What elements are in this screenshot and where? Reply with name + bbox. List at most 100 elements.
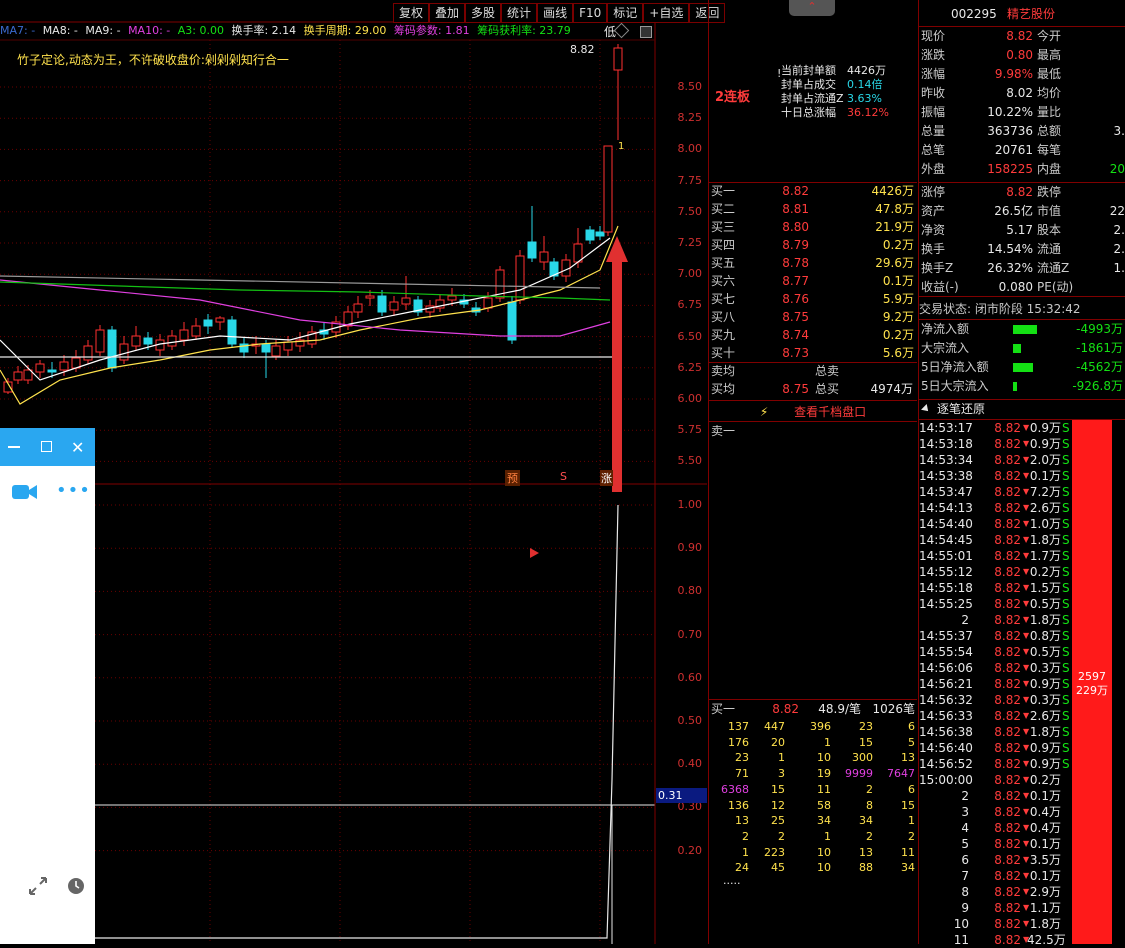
quote-row: 收益(-) 0.080 PE(动) bbox=[921, 280, 1074, 294]
queue-cell: 11 bbox=[901, 845, 915, 859]
chat-popup-window[interactable]: ✕ ••• bbox=[0, 428, 95, 944]
queue-cell: 137 bbox=[728, 720, 749, 733]
tick-row: 14:55:01 8.82 ▼ 1.7万 S bbox=[919, 549, 1070, 563]
close-icon[interactable]: ✕ bbox=[71, 438, 84, 457]
candle-body bbox=[35, 363, 45, 373]
candle-body bbox=[483, 297, 493, 309]
collapse-up-icon[interactable]: ⌃ bbox=[789, 0, 835, 16]
price-tick: 6.00 bbox=[677, 392, 703, 405]
bid-row: 买三 8.80 21.9万 bbox=[711, 220, 914, 234]
toolbar-button-1[interactable]: 叠加 bbox=[429, 3, 466, 23]
flow-bar bbox=[1013, 363, 1033, 372]
depth-link[interactable]: ⚡ 查看千档盘口 bbox=[709, 403, 917, 421]
queue-cell: 2 bbox=[866, 782, 873, 796]
minimize-icon[interactable] bbox=[8, 446, 20, 448]
ma8-label: MA8: - bbox=[42, 24, 78, 37]
toolbar-button-6[interactable]: 标记 bbox=[607, 3, 644, 23]
toolbar-button-7[interactable]: +自选 bbox=[643, 3, 690, 23]
more-icon[interactable]: ••• bbox=[56, 480, 91, 501]
queue-cell: 20 bbox=[771, 735, 785, 749]
flow-row: 5日大宗流入 -926.8万 bbox=[921, 379, 1123, 393]
queue-cell: 23 bbox=[859, 720, 873, 733]
queue-cell: 7647 bbox=[887, 767, 915, 781]
lightning-icon: ⚡ bbox=[759, 405, 769, 419]
price-tick: 5.75 bbox=[677, 423, 703, 437]
queue-cell: 25 bbox=[771, 814, 785, 828]
tick-row: 14:54:13 8.82 ▼ 2.6万 S bbox=[919, 501, 1070, 515]
tick-row: 14:56:33 8.82 ▼ 2.6万 S bbox=[919, 709, 1070, 723]
candle-body bbox=[595, 231, 605, 237]
tick-row: 11 8.82 ▼ 42.5万 bbox=[953, 933, 1066, 947]
toolbar-button-0[interactable]: 复权 bbox=[393, 3, 430, 23]
queue-cell: 447 bbox=[764, 720, 785, 733]
lower-tick: 0.80 bbox=[677, 584, 703, 598]
chip-param-label: 筹码参数: 1.81 bbox=[393, 24, 470, 37]
queue-cell: 34 bbox=[901, 861, 915, 875]
tick-row: 14:56:40 8.82 ▼ 0.9万 S bbox=[919, 741, 1070, 755]
candle-body bbox=[261, 343, 271, 353]
order-book-panel: ⌃ 2连板 当前封单额 4426万 封单占成交 0.14倍 封单占流通Z 3.63% 十日总… bbox=[708, 0, 917, 944]
price-tick: 7.00 bbox=[677, 267, 703, 281]
tag-s: S bbox=[560, 470, 567, 483]
seal-row: 十日总涨幅 36.12% bbox=[781, 106, 889, 119]
queue-cell: 15 bbox=[901, 798, 915, 812]
chart-toolbar: 复权 叠加 多股 统计 画线 F10 标记 +自选 返回 bbox=[393, 3, 726, 23]
queue-cell: 300 bbox=[852, 751, 873, 765]
tag-yu: 预 bbox=[505, 470, 520, 486]
quote-row: 外盘 158225 内盘 20 bbox=[921, 162, 1125, 176]
queue-cell: 19 bbox=[817, 767, 831, 781]
queue-cell: 15 bbox=[859, 735, 873, 749]
price-tick: 7.25 bbox=[677, 236, 703, 249]
clock-icon[interactable] bbox=[66, 876, 86, 896]
bid-row: 买一 8.82 4426万 bbox=[711, 184, 914, 198]
marker-1: 1 bbox=[618, 141, 625, 152]
queue-cell: 1 bbox=[778, 751, 785, 765]
tick-row: 2 8.82 ▼ 1.8万 S bbox=[961, 613, 1070, 627]
quote-row: 资产 26.5亿 市值 22 bbox=[921, 204, 1125, 218]
quote-row: 净资 5.17 股本 2. bbox=[921, 223, 1125, 237]
ma-line-yellow bbox=[0, 225, 619, 405]
candle-body bbox=[401, 297, 411, 305]
queue-cell: 88 bbox=[859, 861, 873, 875]
stock-code: 002295 bbox=[951, 7, 997, 21]
toolbar-button-3[interactable]: 统计 bbox=[501, 3, 538, 23]
chart-slogan: 竹子定论,动态为王，不许破收盘价:剁剁剁知行合一 bbox=[17, 53, 289, 67]
sell-one-row: 卖一 bbox=[711, 424, 736, 438]
flow-bar bbox=[1013, 344, 1021, 353]
toolbar-button-5[interactable]: F10 bbox=[573, 3, 608, 23]
quote-row: 涨幅 9.98% 最低 bbox=[921, 67, 1062, 81]
candle-body bbox=[515, 255, 525, 301]
queue-cell: 2 bbox=[778, 829, 785, 843]
candle-body bbox=[585, 229, 595, 241]
ma7-label: MA7: - bbox=[0, 24, 36, 37]
queue-head: 买一 8.82 48.9/笔 1026笔 bbox=[711, 702, 915, 716]
queue-cell: 2 bbox=[742, 829, 749, 843]
expand-arrow-icon[interactable] bbox=[921, 404, 931, 414]
video-call-icon[interactable] bbox=[12, 482, 38, 502]
tag-zhang: 涨 bbox=[600, 470, 613, 486]
tick-row: 5 8.82 ▼ 0.1万 bbox=[961, 837, 1061, 851]
bid-row: 买二 8.81 47.8万 bbox=[711, 202, 914, 216]
candle-body bbox=[539, 251, 549, 263]
quote-row: 涨跌 0.80 最高 bbox=[921, 48, 1062, 62]
tick-row: 14:53:47 8.82 ▼ 7.2万 S bbox=[919, 485, 1070, 499]
queue-cell: 15 bbox=[771, 782, 785, 796]
queue-cell: 1 bbox=[824, 829, 831, 843]
expand-icon[interactable] bbox=[28, 876, 48, 896]
volume-bar-label-value: 229万 bbox=[1076, 684, 1108, 697]
toolbar-button-4[interactable]: 画线 bbox=[537, 3, 574, 23]
maximize-icon[interactable] bbox=[41, 441, 52, 452]
kline-chart-area[interactable]: 复权 叠加 多股 统计 画线 F10 标记 +自选 返回 MA7: - MA8: - MA9: … bbox=[0, 0, 726, 944]
candle-body bbox=[47, 369, 57, 373]
candle-body bbox=[527, 241, 537, 259]
play-marker-icon[interactable] bbox=[530, 548, 539, 558]
seal-row: 当前封单额 4426万 bbox=[781, 64, 886, 77]
price-tick: 6.50 bbox=[677, 329, 703, 343]
lower-current-value: 0.31 bbox=[656, 788, 707, 803]
candle-body bbox=[365, 295, 375, 299]
restore-icon[interactable] bbox=[640, 26, 652, 38]
candle-body bbox=[167, 335, 177, 347]
volume-bar: 2597 229万 bbox=[1072, 420, 1112, 944]
toolbar-button-2[interactable]: 多股 bbox=[465, 3, 502, 23]
price-tick: 8.50 bbox=[677, 80, 703, 93]
